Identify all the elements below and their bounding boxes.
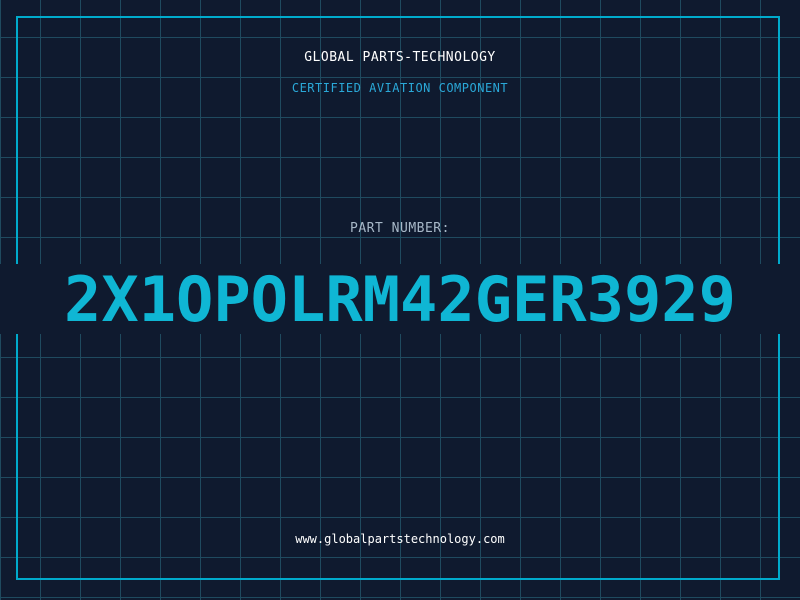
website-url: www.globalpartstechnology.com	[295, 532, 505, 546]
certification-subtitle: CERTIFIED AVIATION COMPONENT	[291, 81, 509, 95]
part-number-label: PART NUMBER:	[350, 221, 450, 236]
company-name: GLOBAL PARTS-TECHNOLOGY	[304, 50, 496, 65]
part-number-value: 2X1OPOLRM42GER3929	[64, 264, 736, 334]
